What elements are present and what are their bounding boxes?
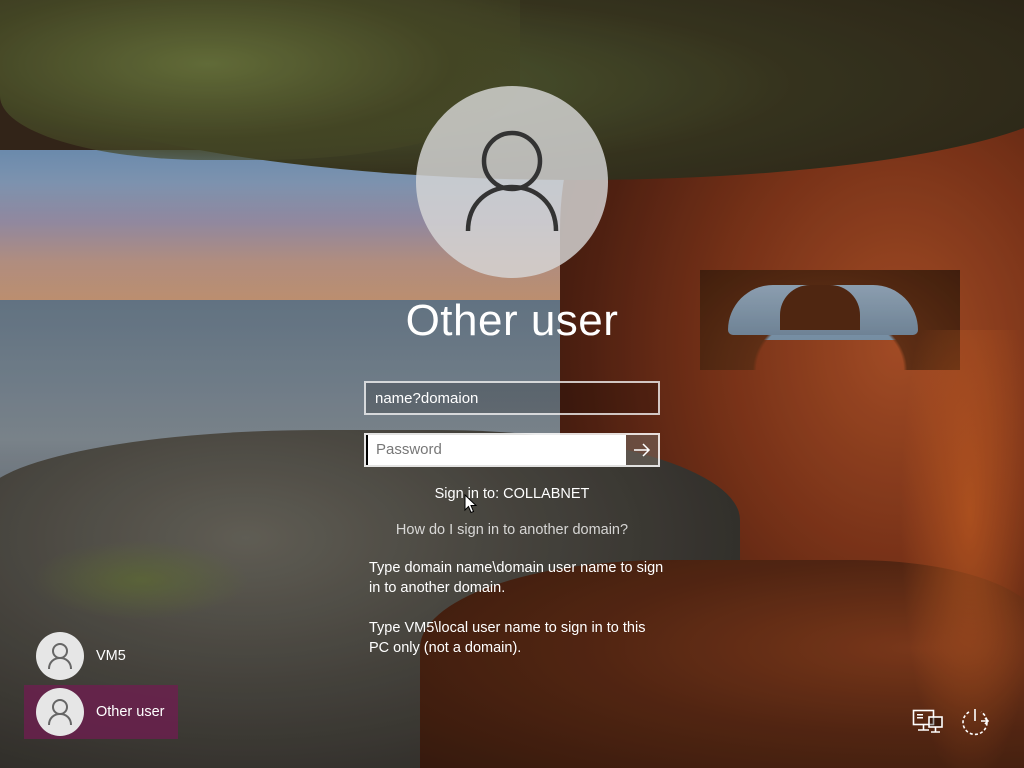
username-field[interactable]: name?domaion	[364, 381, 660, 415]
help-text-local: Type VM5\local user name to sign in to t…	[369, 620, 646, 656]
page-title: Other user	[405, 296, 619, 345]
avatar	[36, 632, 84, 680]
network-icon	[912, 709, 943, 733]
user-label: VM5	[96, 648, 126, 664]
lock-screen: Other user name?domaion Password Sign in…	[0, 0, 1024, 768]
password-field-group: Password	[364, 433, 660, 467]
arrow-right-icon	[634, 443, 651, 457]
avatar	[36, 688, 84, 736]
power-icon	[962, 709, 990, 736]
password-input[interactable]: Password	[366, 435, 626, 465]
user-label: Other user	[96, 704, 165, 720]
power-button[interactable]	[957, 704, 993, 740]
help-text-domain: Type domain name\domain user name to sig…	[369, 560, 664, 596]
sign-in-target: Sign in to: COLLABNET	[434, 486, 590, 502]
account-avatar	[416, 86, 608, 278]
domain-help-link[interactable]: How do I sign in to another domain?	[312, 522, 712, 538]
network-button[interactable]	[910, 704, 946, 740]
user-icon	[48, 643, 72, 670]
user-icon	[48, 699, 72, 726]
user-tile-vm5[interactable]: VM5	[24, 629, 178, 683]
user-icon	[465, 130, 559, 232]
mouse-cursor-icon	[464, 494, 478, 514]
submit-button[interactable]	[626, 435, 658, 465]
user-tile-other-user[interactable]: Other user	[24, 685, 178, 739]
